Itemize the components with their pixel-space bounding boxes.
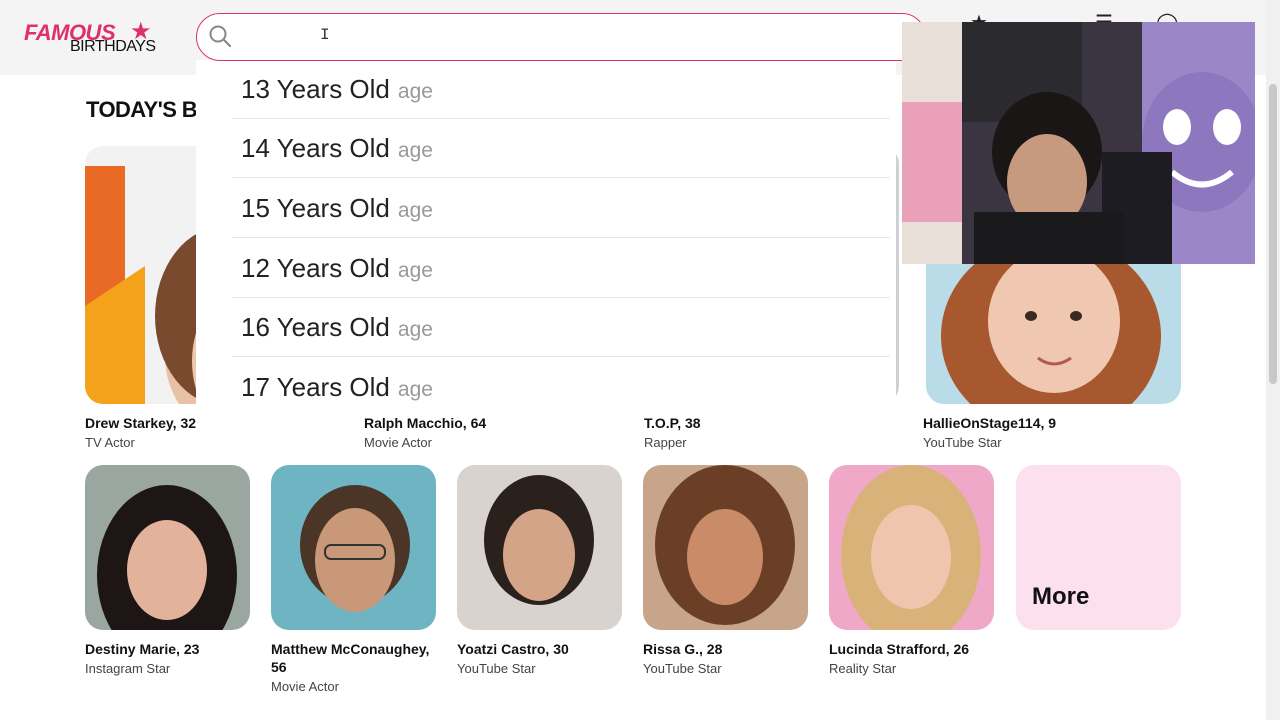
celebrity-name[interactable]: Matthew McConaughey, 56 [271,640,431,676]
celebrity-photo [85,465,250,630]
celebrity-role: Movie Actor [364,435,432,450]
celebrity-role: Instagram Star [85,661,171,676]
suggestion-tag: age [397,259,433,282]
more-label: More [1032,583,1090,610]
celebrity-info: Rissa G., 28 YouTube Star [643,640,722,676]
suggestion-item[interactable]: 13 Years Old age [232,60,890,119]
celebrity-info: T.O.P, 38 Rapper [644,414,701,450]
streamer-webcam-overlay [902,22,1255,264]
suggestion-label: 13 Years Old [241,74,390,104]
suggestion-item[interactable]: 16 Years Old age [232,298,890,357]
suggestion-label: 12 Years Old [241,253,390,283]
suggestion-label: 17 Years Old [241,372,390,402]
celebrity-info: Drew Starkey, 32 TV Actor [85,414,196,450]
text-cursor-icon: I [320,26,330,44]
celebrity-name[interactable]: Lucinda Strafford, 26 [829,640,969,658]
celebrity-card-yoatzi-castro[interactable] [457,465,622,630]
logo-birthdays-text: BIRTHDAYS [70,38,156,55]
suggestion-item[interactable]: 12 Years Old age [232,239,890,298]
celebrity-info: Destiny Marie, 23 Instagram Star [85,640,199,676]
celebrity-info: Yoatzi Castro, 30 YouTube Star [457,640,569,676]
suggestion-label: 14 Years Old [241,133,390,163]
search-suggestions-dropdown: 13 Years Old age 14 Years Old age 15 Years… [196,60,896,406]
celebrity-card-destiny-marie[interactable] [85,465,250,630]
page-scrollbar[interactable] [1266,0,1280,720]
celebrity-card-lucinda-strafford[interactable] [829,465,994,630]
suggestion-item[interactable]: 14 Years Old age [232,119,890,178]
celebrity-name[interactable]: Yoatzi Castro, 30 [457,640,569,658]
celebrity-role: YouTube Star [643,661,722,676]
celebrity-photo [457,465,622,630]
celebrity-photo [643,465,808,630]
webcam-video [902,22,1255,264]
scrollbar-thumb[interactable] [1269,84,1277,384]
celebrity-name[interactable]: Drew Starkey, 32 [85,414,196,432]
celebrity-photo [829,465,994,630]
suggestion-tag: age [397,378,433,401]
celebrity-name[interactable]: Destiny Marie, 23 [85,640,199,658]
celebrity-role: Reality Star [829,661,897,676]
suggestion-item[interactable]: 17 Years Old age [232,358,890,417]
celebrity-card-matthew-mcconaughey[interactable] [271,465,436,630]
suggestion-label: 15 Years Old [241,193,390,223]
suggestion-label: 16 Years Old [241,312,390,342]
celebrity-photo [271,465,436,630]
more-button[interactable]: More [1016,465,1181,630]
celebrity-name[interactable]: Rissa G., 28 [643,640,722,658]
celebrity-info: Lucinda Strafford, 26 Reality Star [829,640,969,676]
celebrity-name[interactable]: HallieOnStage114, 9 [923,414,1056,432]
celebrity-role: Rapper [644,435,687,450]
celebrity-info: Ralph Macchio, 64 Movie Actor [364,414,486,450]
celebrity-role: Movie Actor [271,679,339,694]
suggestion-tag: age [397,318,433,341]
suggestion-tag: age [397,199,433,222]
suggestion-item[interactable]: 15 Years Old age [232,179,890,238]
celebrity-info: Matthew McConaughey, 56 Movie Actor [271,640,431,694]
celebrity-role: YouTube Star [457,661,536,676]
celebrity-role: TV Actor [85,435,135,450]
search-icon [209,25,231,47]
suggestion-tag: age [397,80,433,103]
search-input[interactable] [245,22,889,54]
famous-birthdays-logo[interactable]: FAMOUS ★ BIRTHDAYS [24,18,164,60]
celebrity-card-rissa-g[interactable] [643,465,808,630]
celebrity-role: YouTube Star [923,435,1002,450]
search-box[interactable] [196,13,926,61]
suggestion-tag: age [397,139,433,162]
celebrity-info: HallieOnStage114, 9 YouTube Star [923,414,1056,450]
